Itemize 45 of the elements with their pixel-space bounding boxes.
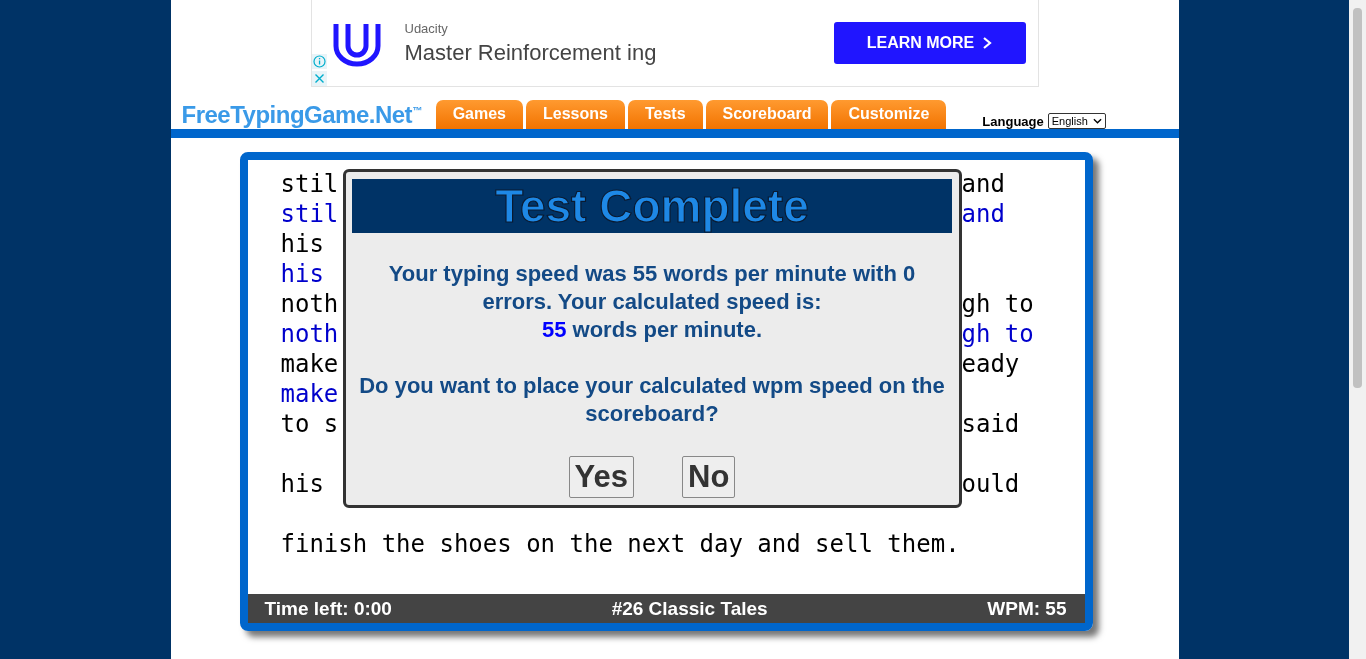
passage-text: his: [280, 470, 324, 498]
answer-button[interactable]: No: [682, 456, 736, 498]
learn-more-button[interactable]: LEARN MORE: [833, 22, 1026, 64]
wpm-readout: WPM: 55: [987, 597, 1067, 620]
passage-text: make: [280, 350, 339, 378]
passage-text: eady: [961, 350, 1020, 378]
passage-text: to s: [280, 410, 339, 438]
nav-tab[interactable]: Customize: [831, 100, 947, 129]
caret-icon: [1092, 118, 1102, 124]
passage-text: his: [280, 230, 324, 258]
nav-tab[interactable]: Games: [435, 100, 523, 129]
passage-text: ould: [961, 470, 1020, 498]
passage-text: noth: [280, 320, 339, 348]
passage-text: noth: [280, 290, 339, 318]
passage-text: his: [280, 260, 324, 288]
chevron-icon: [982, 36, 993, 50]
time-left: Time left: 0:00: [264, 597, 392, 620]
nav-tab[interactable]: Scoreboard: [705, 100, 829, 129]
passage-text: gh to: [961, 320, 1034, 348]
passage-text: and: [961, 170, 1005, 198]
scoreboard-question: Do you want to place your calculated wpm speed on the scoreboard?: [358, 372, 946, 428]
passage-text: finish the shoes on the next day and sell them.: [280, 530, 960, 558]
advertiser-name: Udacity: [404, 20, 449, 36]
answer-button[interactable]: Yes: [568, 456, 635, 498]
calculated-wpm: 55: [541, 317, 567, 342]
passage-text: gh to: [961, 290, 1034, 318]
passage-text: said: [961, 410, 1020, 438]
info-icon[interactable]: [311, 54, 327, 69]
language-label: Language: [982, 113, 1044, 129]
site-logo[interactable]: FreeTypingGame.Net$^{™}$: [181, 101, 422, 129]
ad-banner[interactable]: Udacity Master Reinforcement ing LEARN MORE: [310, 0, 1039, 87]
dialog-title: Test Complete: [495, 179, 809, 233]
passage-text: stil: [280, 170, 339, 198]
test-name: #26 Classic Tales: [611, 597, 768, 620]
nav-tab[interactable]: Lessons: [526, 100, 625, 129]
scrollbar[interactable]: [1349, 0, 1366, 659]
passage-text: stil: [280, 200, 339, 228]
passage-text: make: [280, 380, 339, 408]
result-message: Your typing speed was 55 words per minute with 0 errors. Your calculated speed is:: [387, 260, 917, 316]
nav-tab[interactable]: Tests: [627, 100, 703, 129]
close-icon[interactable]: [311, 71, 327, 86]
ad-headline: Master Reinforcement ing: [404, 39, 658, 66]
passage-text: and: [961, 200, 1005, 228]
language-select[interactable]: English: [1047, 113, 1106, 129]
wpm-unit: words per minute.: [572, 317, 763, 342]
